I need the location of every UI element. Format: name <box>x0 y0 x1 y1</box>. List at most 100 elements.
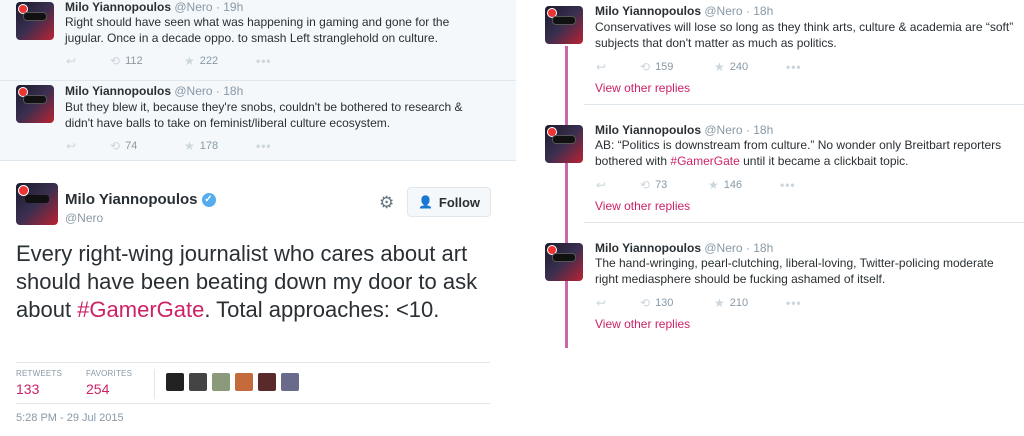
separator-dot: · <box>215 0 220 14</box>
hashtag-link[interactable]: #GamerGate <box>670 154 739 168</box>
tweet-text: The hand-wringing, pearl-clutching, libe… <box>595 256 994 286</box>
tweet-header: Milo Yiannopoulos @Nero · 18h <box>595 241 773 256</box>
separator-dot: · <box>745 241 750 255</box>
author-handle[interactable]: @Nero <box>174 0 212 14</box>
hashtag-link[interactable]: #GamerGate <box>77 297 204 322</box>
star-icon: ★ <box>184 139 195 153</box>
author-handle[interactable]: @Nero <box>65 211 103 225</box>
star-icon: ★ <box>184 54 195 68</box>
separator-dot: · <box>745 4 750 18</box>
favorite-button[interactable]: ★ 222 <box>184 55 256 67</box>
avatar[interactable] <box>16 85 54 123</box>
author-handle[interactable]: @Nero <box>174 84 212 98</box>
avatar[interactable] <box>281 373 299 391</box>
follow-button[interactable]: 👤 Follow <box>407 187 491 217</box>
left-column: Milo Yiannopoulos @Nero · 19h Right shou… <box>0 0 516 436</box>
more-button[interactable]: ••• <box>256 55 272 67</box>
tweet-time[interactable]: 18h <box>753 123 773 137</box>
author-name[interactable]: Milo Yiannopoulos <box>65 84 171 98</box>
avatar[interactable] <box>189 373 207 391</box>
more-button[interactable]: ••• <box>256 140 272 152</box>
favorite-count: 222 <box>199 55 219 67</box>
retweet-count: 159 <box>655 61 674 73</box>
tweet-stats: RETWEETS 133 FAVORITES 254 <box>16 362 490 404</box>
tweet-header: Milo Yiannopoulos @Nero · 18h <box>595 4 773 19</box>
reply-icon: ↩ <box>66 54 77 68</box>
divider <box>584 222 1024 223</box>
tweet-time[interactable]: 19h <box>223 0 243 14</box>
reply-button[interactable]: ↩ <box>66 55 110 67</box>
author-name[interactable]: Milo Yiannopoulos <box>595 4 701 18</box>
avatar[interactable] <box>212 373 230 391</box>
reply-button[interactable]: ↩ <box>596 297 640 309</box>
reply-button[interactable]: ↩ <box>596 61 640 73</box>
tweet-header: Milo Yiannopoulos @Nero · 18h <box>65 84 243 99</box>
avatar[interactable] <box>545 243 583 281</box>
favorite-count: 146 <box>723 179 743 191</box>
tweet-text-part: until it became a clickbait topic. <box>739 154 909 168</box>
retweet-button[interactable]: ⟲ 159 <box>640 61 714 73</box>
retweet-count: 73 <box>655 179 668 191</box>
favorites-stat[interactable]: FAVORITES 254 <box>86 369 132 397</box>
avatar[interactable] <box>545 6 583 44</box>
retweet-icon: ⟲ <box>640 60 651 74</box>
star-icon: ★ <box>714 296 725 310</box>
tweet-time[interactable]: 18h <box>753 241 773 255</box>
favorite-button[interactable]: ★ 240 <box>714 61 786 73</box>
favorite-button[interactable]: ★ 146 <box>708 179 780 191</box>
author-handle[interactable]: @Nero <box>704 4 742 18</box>
author-handle[interactable]: @Nero <box>704 123 742 137</box>
avatar[interactable] <box>235 373 253 391</box>
retweet-count: 130 <box>655 297 674 309</box>
avatar[interactable] <box>166 373 184 391</box>
tweet-text: AB: “Politics is downstream from culture… <box>595 137 1015 169</box>
avatar[interactable] <box>16 183 58 225</box>
reply-button[interactable]: ↩ <box>66 140 110 152</box>
tweet-text-part: . Total approaches: <10. <box>204 297 440 322</box>
view-other-replies-link[interactable]: View other replies <box>595 317 690 331</box>
tweet-time[interactable]: 18h <box>223 84 243 98</box>
avatar[interactable] <box>16 2 54 40</box>
tweet-text: Every right-wing journalist who cares ab… <box>16 240 506 324</box>
favoriters-avatars <box>166 373 299 391</box>
more-button[interactable]: ••• <box>786 61 802 73</box>
stats-divider <box>154 369 155 399</box>
main-tweet: Milo Yiannopoulos ✓ @Nero ⚙ 👤 Follow Eve… <box>0 161 516 436</box>
retweet-button[interactable]: ⟲ 112 <box>110 55 184 67</box>
favorite-button[interactable]: ★ 178 <box>184 140 256 152</box>
retweets-label: RETWEETS <box>16 369 63 378</box>
favorite-count: 240 <box>729 61 749 73</box>
divider <box>584 104 1024 105</box>
reply-tweet[interactable]: Milo Yiannopoulos @Nero · 19h Right shou… <box>0 0 516 81</box>
tweet-text: But they blew it, because they're snobs,… <box>65 100 463 130</box>
view-other-replies-link[interactable]: View other replies <box>595 81 690 95</box>
tweet-text: Right should have seen what was happenin… <box>65 15 450 45</box>
author-name[interactable]: Milo Yiannopoulos ✓ <box>65 191 216 208</box>
avatar[interactable] <box>545 125 583 163</box>
author-name[interactable]: Milo Yiannopoulos <box>595 123 701 137</box>
more-icon: ••• <box>786 296 802 310</box>
retweet-button[interactable]: ⟲ 74 <box>110 140 184 152</box>
more-icon: ••• <box>256 54 272 68</box>
retweet-icon: ⟲ <box>640 296 651 310</box>
more-button[interactable]: ••• <box>780 179 796 191</box>
author-name-text: Milo Yiannopoulos <box>65 191 198 208</box>
tweet-timestamp[interactable]: 5:28 PM - 29 Jul 2015 <box>16 412 124 424</box>
retweet-button[interactable]: ⟲ 73 <box>640 179 708 191</box>
author-handle[interactable]: @Nero <box>704 241 742 255</box>
reply-tweet[interactable]: Milo Yiannopoulos @Nero · 18h But they b… <box>0 81 516 161</box>
retweets-stat[interactable]: RETWEETS 133 <box>16 369 62 397</box>
author-name[interactable]: Milo Yiannopoulos <box>65 0 171 14</box>
author-name[interactable]: Milo Yiannopoulos <box>595 241 701 255</box>
avatar[interactable] <box>258 373 276 391</box>
more-button[interactable]: ••• <box>786 297 802 309</box>
tweet-time[interactable]: 18h <box>753 4 773 18</box>
verified-icon: ✓ <box>201 192 216 207</box>
retweet-button[interactable]: ⟲ 130 <box>640 297 714 309</box>
gear-icon[interactable]: ⚙ <box>379 194 394 211</box>
reply-button[interactable]: ↩ <box>596 179 640 191</box>
star-icon: ★ <box>708 178 719 192</box>
favorite-button[interactable]: ★ 210 <box>714 297 786 309</box>
view-other-replies-link[interactable]: View other replies <box>595 199 690 213</box>
separator-dot: · <box>745 123 750 137</box>
